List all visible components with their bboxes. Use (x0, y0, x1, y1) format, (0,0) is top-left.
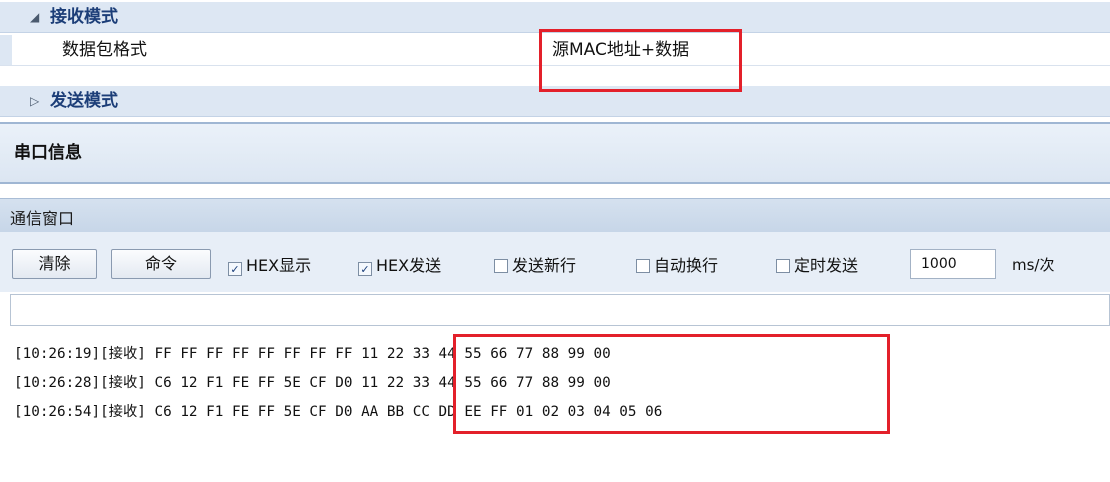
command-button[interactable]: 命令 (111, 249, 211, 279)
send-newline-label: 发送新行 (512, 256, 577, 275)
log-line: [10:26:28][接收] C6 12 F1 FE FF 5E CF D0 1… (14, 371, 611, 392)
timed-send-checkbox[interactable]: 定时发送 (776, 252, 858, 276)
send-newline-checkbox[interactable]: 发送新行 (494, 252, 576, 276)
comm-toolbar: 清除 命令 ✓ HEX显示 ✓ HEX发送 发送新行 自动换行 定时发送 1000 … (0, 232, 1110, 292)
log-prefix: [10:26:28][接收] C6 12 F1 FE FF 5E CF D0 (14, 375, 362, 391)
checkbox-empty-icon (776, 259, 790, 273)
serial-info-panel: 串口信息 (0, 122, 1110, 184)
comm-window-title: 通信窗口 (10, 209, 75, 228)
hex-send-label: HEX发送 (376, 256, 442, 275)
property-grid: ◢ 接收模式 数据包格式 源MAC地址+数据 ▷ 发送模式 (0, 0, 1110, 120)
comm-window-header: 通信窗口 (0, 198, 1110, 232)
log-prefix: [10:26:54][接收] C6 12 F1 FE FF 5E CF D0 (14, 404, 362, 420)
category-receive-mode[interactable]: ◢ 接收模式 (0, 2, 1110, 33)
send-input[interactable] (10, 294, 1110, 326)
category-receive-mode-label: 接收模式 (50, 7, 118, 27)
log-payload: 11 22 33 44 55 66 77 88 99 00 (361, 375, 611, 391)
checkmark-icon: ✓ (358, 262, 372, 276)
checkbox-empty-icon (636, 259, 650, 273)
packet-format-label: 数据包格式 (62, 40, 147, 60)
hex-display-checkbox[interactable]: ✓ HEX显示 (228, 252, 311, 276)
hex-display-label: HEX显示 (246, 256, 312, 275)
auto-wrap-label: 自动换行 (654, 256, 719, 275)
receive-log[interactable]: [10:26:19][接收] FF FF FF FF FF FF FF FF 1… (0, 330, 1110, 482)
clear-button[interactable]: 清除 (12, 249, 97, 279)
interval-input[interactable]: 1000 (910, 249, 996, 279)
property-row-packet-format[interactable]: 数据包格式 源MAC地址+数据 (0, 35, 1110, 66)
checkbox-empty-icon (494, 259, 508, 273)
auto-wrap-checkbox[interactable]: 自动换行 (636, 252, 718, 276)
hex-send-checkbox[interactable]: ✓ HEX发送 (358, 252, 441, 276)
log-payload: AA BB CC DD EE FF 01 02 03 04 05 06 (361, 404, 663, 420)
category-send-mode-label: 发送模式 (50, 91, 118, 111)
log-line: [10:26:54][接收] C6 12 F1 FE FF 5E CF D0 A… (14, 400, 662, 421)
serial-info-title: 串口信息 (14, 143, 82, 163)
timed-send-label: 定时发送 (794, 256, 859, 275)
checkmark-icon: ✓ (228, 262, 242, 276)
collapse-triangle-icon[interactable]: ◢ (30, 2, 39, 32)
expand-triangle-icon[interactable]: ▷ (30, 86, 39, 116)
log-line: [10:26:19][接收] FF FF FF FF FF FF FF FF 1… (14, 342, 611, 363)
log-prefix: [10:26:19][接收] FF FF FF FF FF FF FF FF (14, 346, 362, 362)
log-payload: 11 22 33 44 55 66 77 88 99 00 (361, 346, 611, 362)
category-send-mode[interactable]: ▷ 发送模式 (0, 86, 1110, 117)
packet-format-value[interactable]: 源MAC地址+数据 (552, 35, 689, 65)
interval-unit-label: ms/次 (1012, 256, 1055, 274)
